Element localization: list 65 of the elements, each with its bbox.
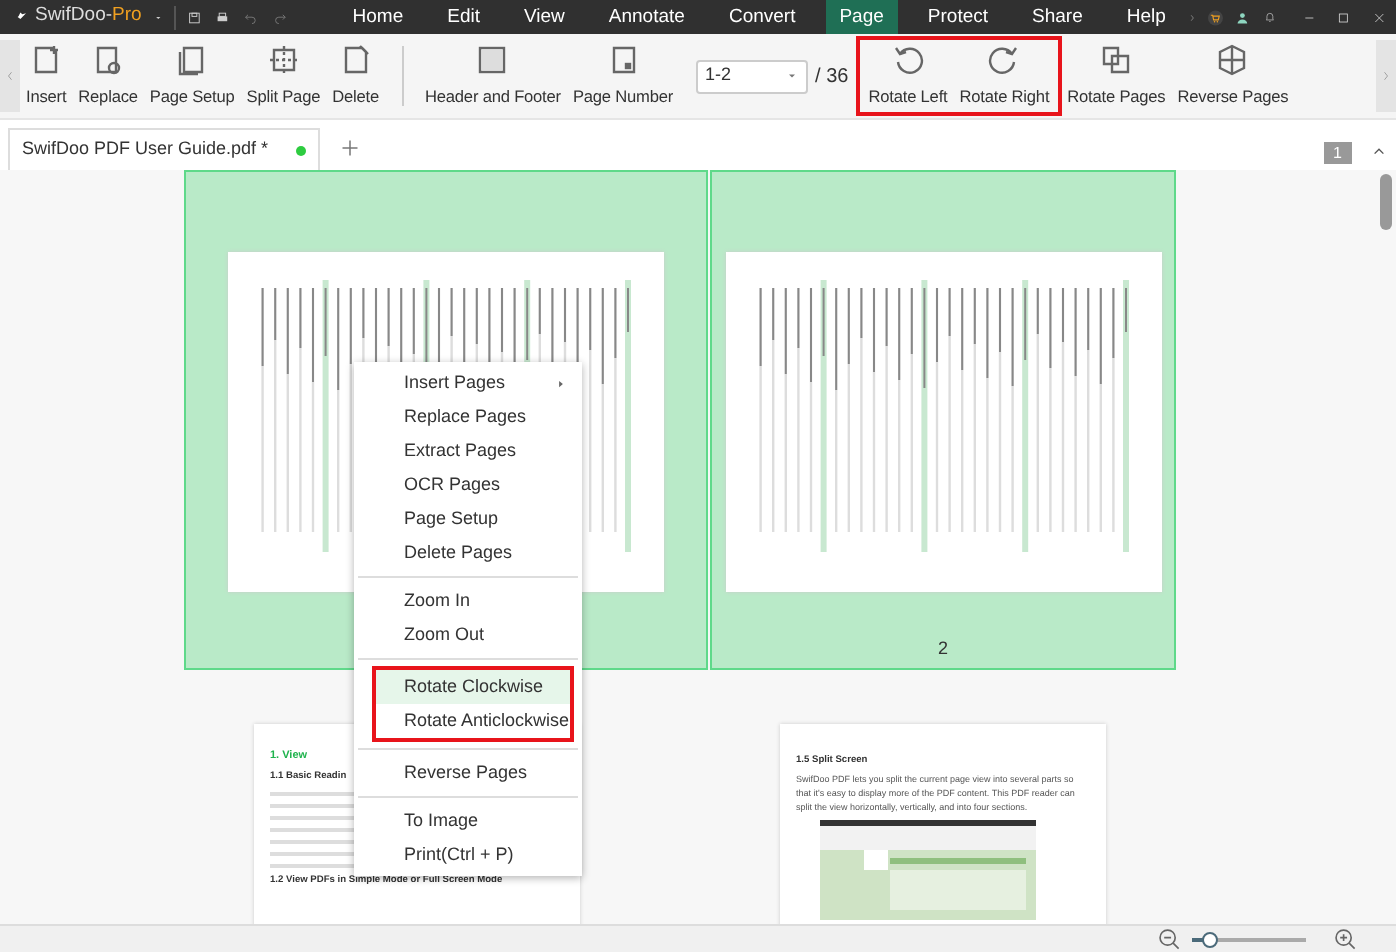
menu-item[interactable]: OCR Pages [354,468,582,502]
menu-item[interactable]: To Image [354,804,582,838]
menu-tab[interactable]: Share [1018,0,1097,34]
ribbon-button[interactable]: Rotate Right [953,39,1056,113]
ribbon-button[interactable]: Header and Footer [419,39,567,113]
menu-item[interactable]: Reverse Pages [354,756,582,790]
ribbon-button[interactable]: Rotate Left [862,39,954,113]
tab-title: SwifDoo PDF User Guide.pdf * [22,136,269,163]
menu-tab[interactable]: Home [338,0,418,34]
ribbon-button[interactable]: Page Setup [143,39,241,113]
page-thumbnail[interactable]: 2 [710,170,1176,670]
menu-tab[interactable]: Help [1112,0,1180,34]
page-swap-icon [92,43,125,76]
range-value: 1-2 [705,62,732,89]
rotate-pages-icon [1100,43,1133,76]
page-plus-icon [30,43,63,76]
rotate-right-icon [988,43,1021,76]
ribbon-button[interactable]: Replace [72,39,144,113]
menu-item[interactable]: Replace Pages [354,400,582,434]
menu-tab[interactable]: Annotate [594,0,699,34]
plus-icon[interactable] [340,138,361,158]
zoom-slider-thumb[interactable] [1201,931,1218,947]
menu-tab[interactable]: Page [825,0,898,34]
menu-item[interactable]: Rotate Clockwise [376,670,570,704]
menu-tab[interactable]: Convert [714,0,810,34]
ribbon-button[interactable]: Delete [326,39,385,113]
ribbon-button[interactable]: Reverse Pages [1171,39,1295,113]
page-range-dropdown[interactable]: 1-2 [695,59,808,93]
page-delete-icon [339,43,372,76]
zoom-out-icon[interactable] [1158,928,1180,950]
page-number-icon [607,43,639,76]
page-total: / 36 [815,63,849,91]
menu-item[interactable]: Delete Pages [354,536,582,570]
chevron-left-icon [4,68,16,84]
scrollbar-thumb[interactable] [1380,174,1392,230]
document-tab[interactable]: SwifDoo PDF User Guide.pdf * [8,128,321,170]
caret-icon [785,70,798,82]
split-page-icon [267,43,300,76]
menu-item[interactable]: Page Setup [354,502,582,536]
menu-item[interactable]: Zoom In [354,584,582,618]
edition-label: Pro [112,2,142,31]
ribbon-button[interactable]: Rotate Pages [1061,39,1172,113]
ribbon-button[interactable]: Insert [20,39,73,113]
chevron-up-icon[interactable] [1370,144,1388,158]
ribbon-button[interactable]: Page Number [566,39,680,113]
menu-item[interactable]: Print(Ctrl + P) [354,838,582,872]
page-number-label: 2 [937,636,948,662]
menu-item[interactable]: Extract Pages [354,434,582,468]
reverse-pages-icon [1216,43,1249,76]
menu-item[interactable]: Zoom Out [354,618,582,652]
menu-tab[interactable]: Protect [913,0,1003,34]
header-footer-icon [476,43,509,76]
menu-item[interactable]: Insert Pages [354,366,582,400]
app-name: SwifDoo- [34,2,113,31]
zoom-in-icon[interactable] [1334,928,1356,950]
rotate-left-icon [891,43,924,76]
ribbon-button[interactable]: Split Page [240,39,327,113]
menu-tab[interactable]: View [509,0,579,34]
page-setup-icon [176,43,209,76]
menu-tab[interactable]: Edit [433,0,494,34]
status-dot-icon [296,145,307,155]
maximize-icon[interactable] [1338,7,1350,27]
chevron-right-icon [1380,68,1392,84]
page-thumbnail[interactable] [780,724,1106,924]
page-badge: 1 [1323,142,1352,164]
